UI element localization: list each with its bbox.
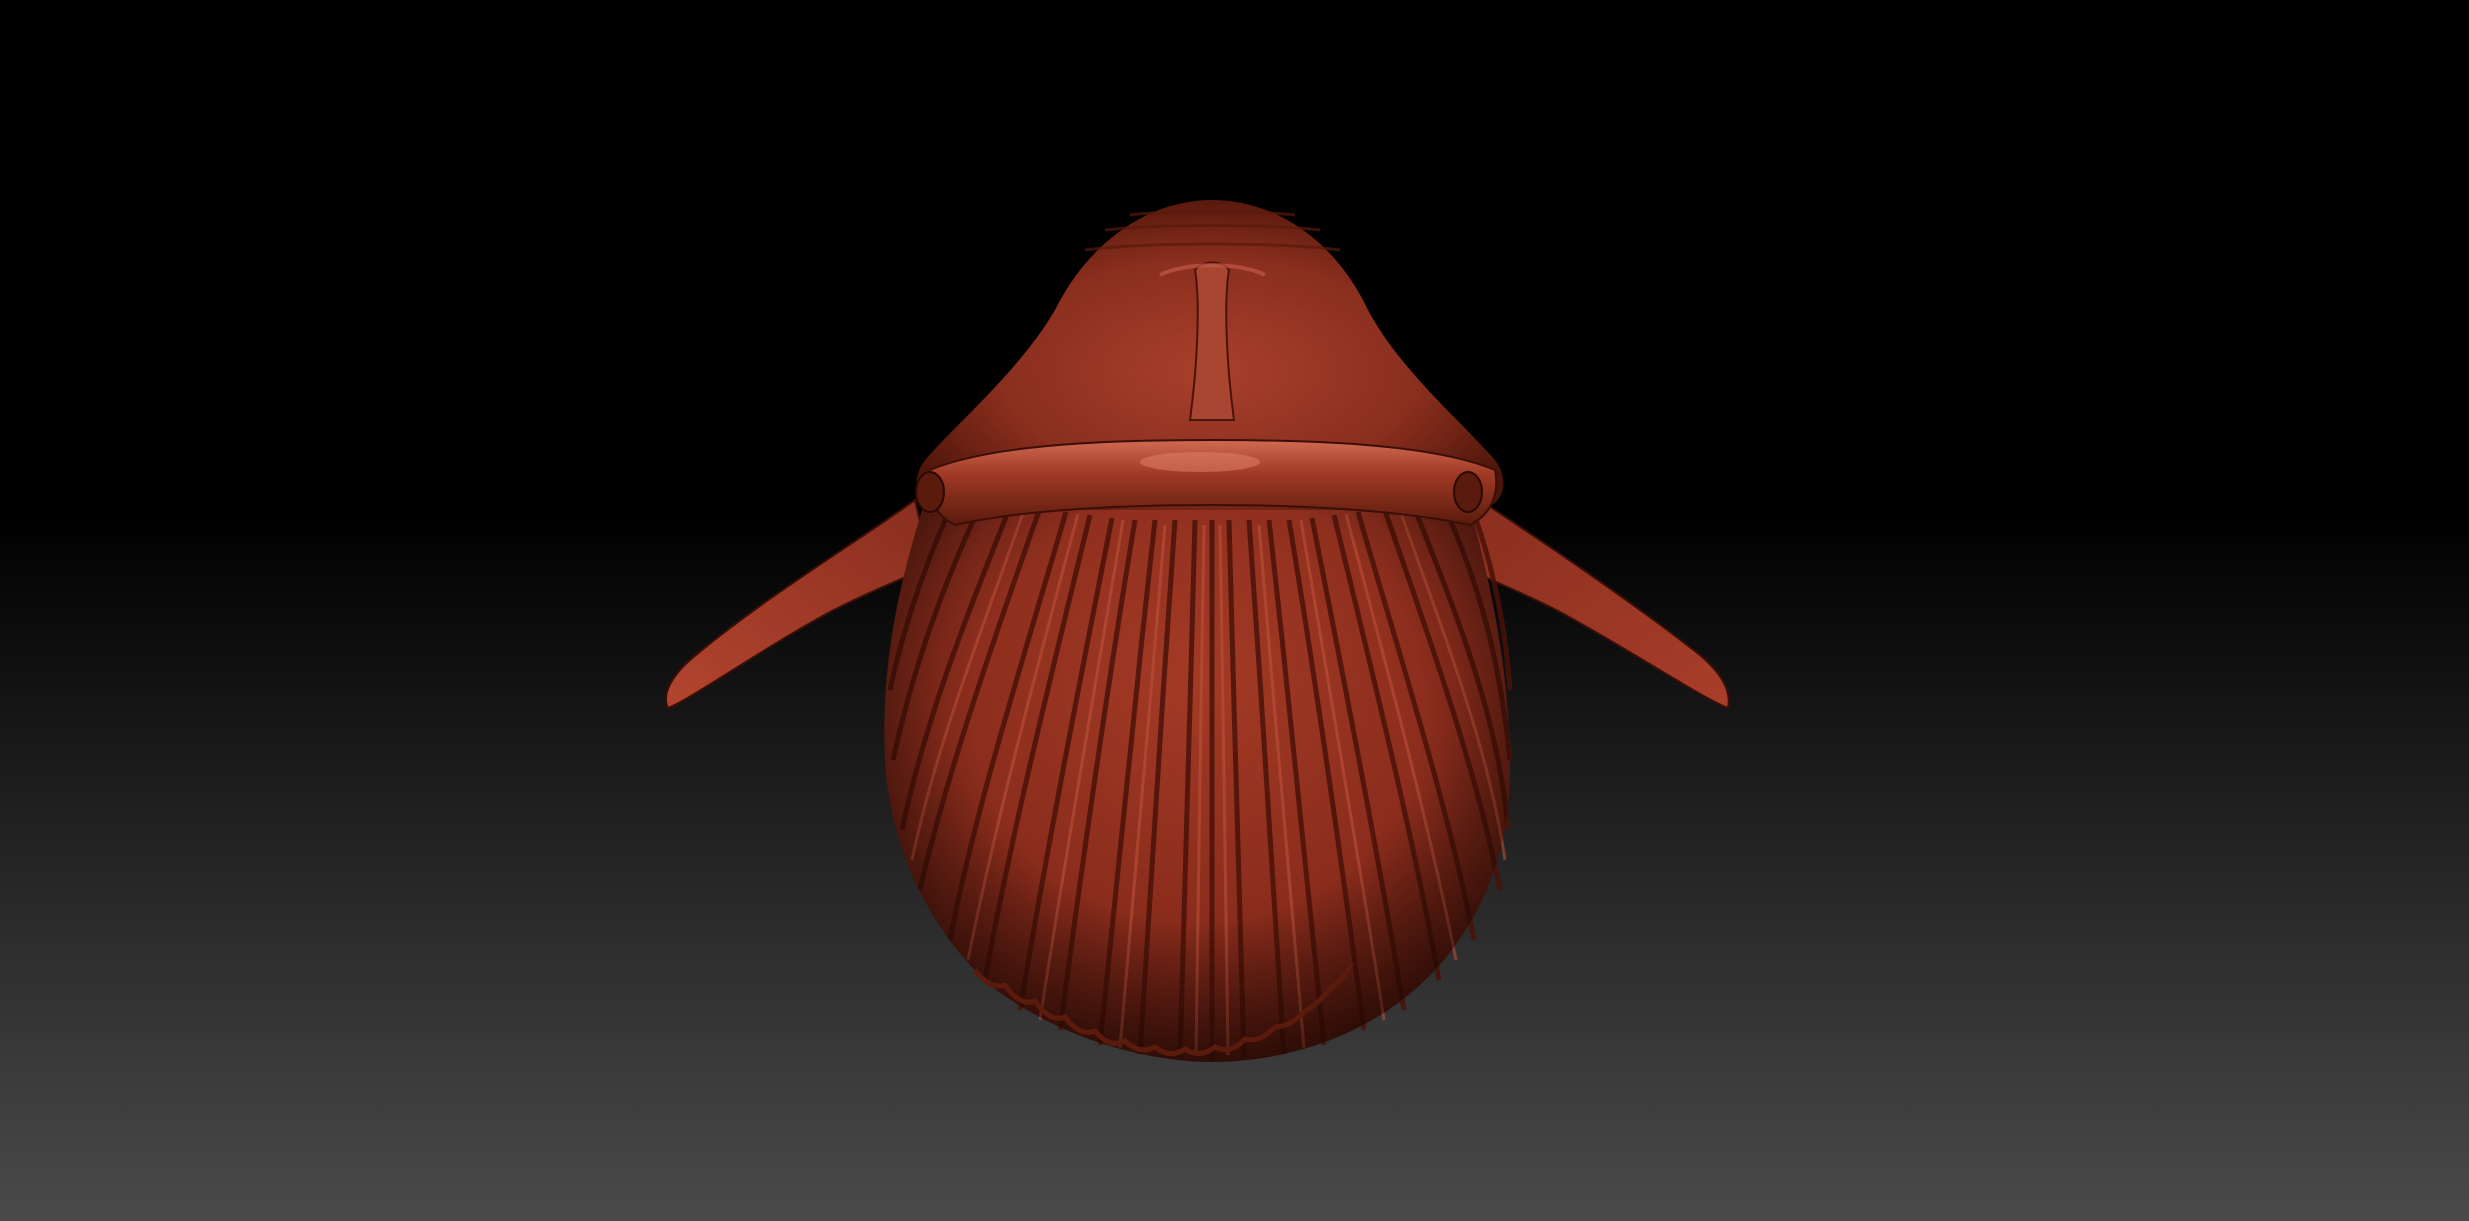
left-eye [915, 471, 945, 513]
right-eye [1453, 471, 1483, 513]
3d-viewport[interactable] [0, 0, 2469, 1221]
central-ridge [1188, 261, 1236, 421]
lip-highlight [1140, 452, 1260, 472]
sculpt-model[interactable] [0, 0, 2469, 1221]
